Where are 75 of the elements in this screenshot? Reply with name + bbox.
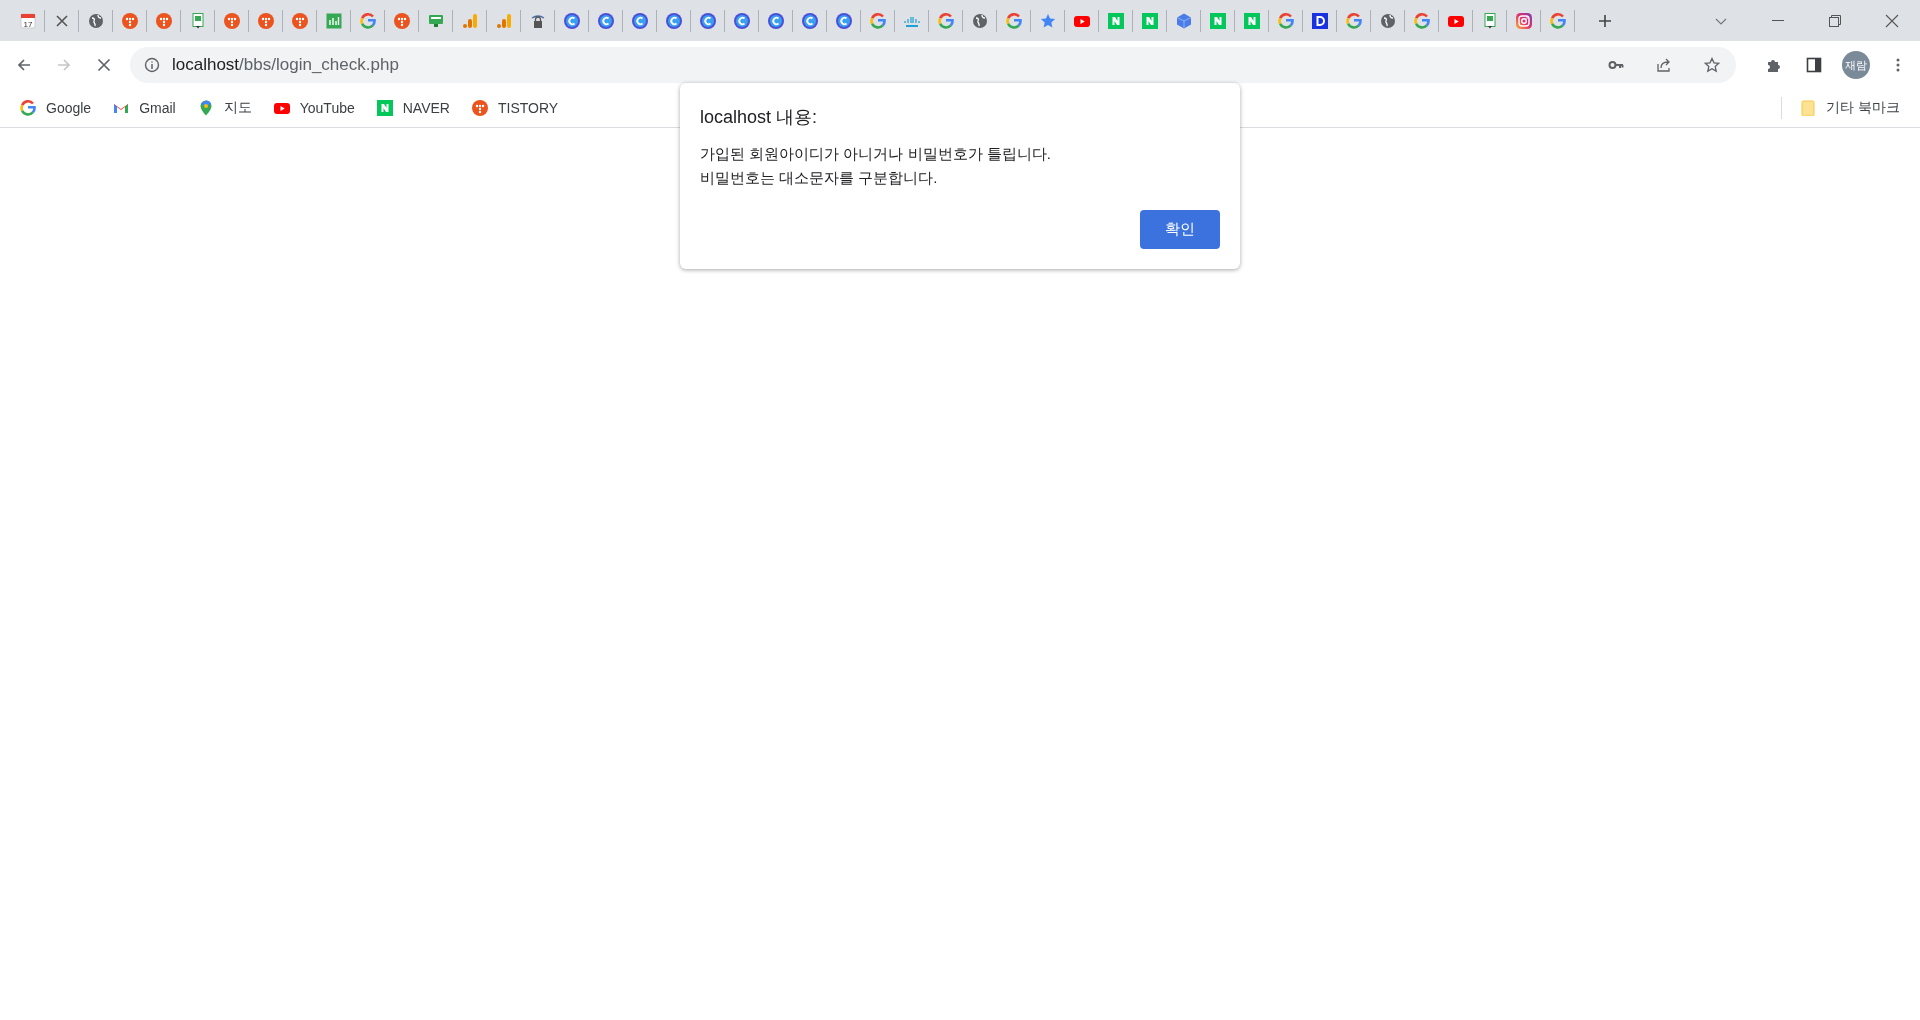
g-logo-icon <box>869 12 886 29</box>
dots-logo-icon <box>393 12 410 29</box>
dialog-message: 가입된 회원아이디가 아니거나 비밀번호가 틀립니다. <box>700 145 1052 164</box>
bookmark[interactable]: Google <box>12 94 102 122</box>
dots-logo-icon <box>155 12 172 29</box>
g-logo-icon <box>1005 12 1022 29</box>
document-icon <box>1481 12 1498 29</box>
bookmark[interactable]: NAVER <box>368 94 460 122</box>
n-logo-icon <box>1209 12 1226 29</box>
bookmark[interactable]: YouTube <box>265 94 365 122</box>
c-logo-icon <box>631 12 648 29</box>
bar-chart-icon <box>325 12 342 29</box>
plus-icon <box>1597 12 1613 29</box>
c-logo-icon <box>733 12 750 29</box>
c-logo-icon <box>563 12 580 29</box>
profile-avatar[interactable]: 재람 <box>1842 51 1870 79</box>
address-bar[interactable]: localhost/bbs/login_check.php <box>130 47 1736 83</box>
dots-logo-icon <box>121 12 138 29</box>
pinned-tab[interactable]: 17 <box>11 9 45 32</box>
c-logo-icon <box>597 12 614 29</box>
c-logo-icon <box>767 12 784 29</box>
puzzle-icon <box>1766 57 1782 73</box>
close-icon <box>1883 12 1900 29</box>
g-logo-icon <box>20 100 36 116</box>
info-icon <box>144 57 160 73</box>
analytics-bars-icon <box>461 12 478 29</box>
n-logo-icon <box>376 100 393 116</box>
globe-icon <box>87 12 104 29</box>
d-logo-icon <box>1311 12 1328 29</box>
lock-icon <box>529 12 546 29</box>
restore-icon <box>1826 12 1843 29</box>
url-text: localhost/bbs/login_check.php <box>172 55 399 75</box>
document-icon <box>189 12 206 29</box>
minimize-icon <box>1771 20 1784 21</box>
calendar-icon: 17 <box>19 12 36 29</box>
monitor-icon <box>427 12 444 29</box>
bookmark[interactable]: Gmail <box>105 94 186 122</box>
c-logo-icon <box>699 12 716 29</box>
side-panel-icon <box>1806 57 1822 73</box>
g-logo-icon <box>1277 12 1294 29</box>
other-bookmarks-folder[interactable]: 기타 북마크 <box>1792 93 1910 123</box>
dialog-title: localhost 내용: <box>700 106 819 129</box>
g-logo-icon <box>1413 12 1430 29</box>
g-logo-icon <box>359 12 376 29</box>
g-logo-icon <box>937 12 954 29</box>
cube-icon <box>1175 12 1192 29</box>
share-icon <box>1656 57 1672 73</box>
close-icon <box>96 57 112 73</box>
close-icon <box>53 12 70 29</box>
globe-icon <box>1379 12 1396 29</box>
n-logo-icon <box>1243 12 1260 29</box>
g-logo-icon <box>1345 12 1362 29</box>
back-arrow-icon <box>16 57 32 73</box>
dots-logo-icon <box>291 12 308 29</box>
bookmark[interactable]: 지도 <box>189 93 262 123</box>
dots-logo-icon <box>471 100 488 116</box>
play-logo-icon <box>273 100 290 116</box>
dots-logo-icon <box>223 12 240 29</box>
star-icon <box>1704 57 1720 73</box>
folder-icon <box>1800 100 1817 116</box>
c-logo-icon <box>835 12 852 29</box>
camera-logo-icon <box>1515 12 1532 29</box>
ok-button[interactable]: 확인 <box>1140 210 1220 249</box>
star-icon <box>1039 12 1056 29</box>
bookmark[interactable]: TISTORY <box>463 94 569 122</box>
n-logo-icon <box>1107 12 1124 29</box>
c-logo-icon <box>801 12 818 29</box>
globe-icon <box>971 12 988 29</box>
g-logo-icon <box>1549 12 1566 29</box>
n-logo-icon <box>1141 12 1158 29</box>
c-logo-icon <box>665 12 682 29</box>
forward-arrow-icon <box>56 57 72 73</box>
dialog-message: 비밀번호는 대소문자를 구분합니다. <box>700 169 939 188</box>
analytics-bars-icon <box>495 12 512 29</box>
dots-logo-icon <box>257 12 274 29</box>
